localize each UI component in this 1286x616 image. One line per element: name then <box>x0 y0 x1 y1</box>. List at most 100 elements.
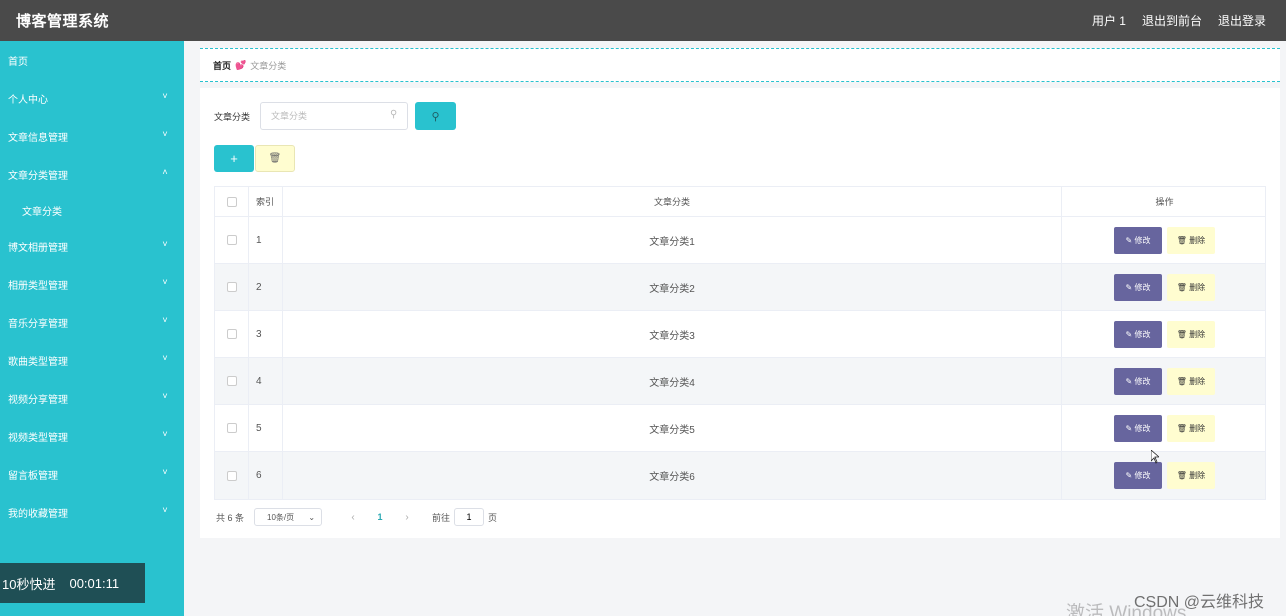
edit-button[interactable]: ✎ 修改 <box>1114 273 1162 301</box>
mouse-cursor-icon <box>1151 450 1159 464</box>
logout-link[interactable]: 退出登录 <box>1218 12 1266 29</box>
sidebar-item-label: 留言板管理 <box>8 470 58 482</box>
search-icon: ⚲ <box>390 109 398 120</box>
row-actions: ✎ 修改 🗑 删除 <box>1062 311 1267 357</box>
goto-prefix: 前往 <box>432 512 451 523</box>
edit-button[interactable]: ✎ 修改 <box>1114 320 1162 348</box>
header-ops: 操作 <box>1155 197 1174 207</box>
chevron-down-icon: ˅ <box>162 277 168 287</box>
delete-button[interactable]: 🗑 删除 <box>1167 320 1215 348</box>
to-front-link[interactable]: 退出到前台 <box>1142 12 1202 29</box>
delete-button[interactable]: 🗑 删除 <box>1167 226 1215 254</box>
timer-label: 10秒快进 <box>2 576 56 592</box>
goto-page-input[interactable] <box>454 508 485 526</box>
row-checkbox[interactable] <box>226 376 237 386</box>
select-all-checkbox[interactable] <box>226 196 237 207</box>
delete-button[interactable]: 🗑 删除 <box>1167 462 1215 489</box>
row-name: 文章分类6 <box>283 452 1062 499</box>
table-row: 3 文章分类3 ✎ 修改 🗑 删除 <box>215 311 1265 358</box>
next-page-button[interactable]: › <box>394 512 420 523</box>
delete-button[interactable]: 🗑 删除 <box>1167 273 1215 301</box>
trash-icon: 🗑 <box>268 153 282 164</box>
row-actions: ✎ 修改 🗑 删除 <box>1062 358 1267 404</box>
row-index: 6 <box>249 452 283 499</box>
chevron-down-icon: ˅ <box>162 91 168 101</box>
row-actions: ✎ 修改 🗑 删除 <box>1062 405 1267 451</box>
row-index: 3 <box>249 311 283 357</box>
pagination-total: 共 6 条 <box>216 512 245 523</box>
row-checkbox[interactable] <box>226 423 237 433</box>
sidebar-item-1[interactable]: 个人中心 ˅ <box>0 79 184 117</box>
chevron-down-icon: ˅ <box>162 239 168 249</box>
row-index: 1 <box>249 217 283 263</box>
timer-time: 00:01:11 <box>69 575 120 591</box>
sidebar-item-11[interactable]: 留言板管理 ˅ <box>0 455 184 493</box>
batch-delete-button[interactable]: 🗑 <box>255 145 295 172</box>
breadcrumb-home[interactable]: 首页 <box>213 59 231 72</box>
row-index: 5 <box>249 405 283 451</box>
sidebar-item-7[interactable]: 音乐分享管理 ˅ <box>0 303 184 341</box>
row-actions: ✎ 修改 🗑 删除 <box>1062 264 1267 310</box>
table-row: 1 文章分类1 ✎ 修改 🗑 删除 <box>215 217 1265 264</box>
row-checkbox-cell <box>215 311 249 357</box>
row-actions: ✎ 修改 🗑 删除 <box>1062 452 1267 499</box>
sidebar-item-label: 视频类型管理 <box>8 432 68 444</box>
sidebar-item-6[interactable]: 相册类型管理 ˅ <box>0 265 184 303</box>
header-name: 文章分类 <box>283 187 1062 216</box>
search-button[interactable]: ⚲ <box>415 102 456 130</box>
row-index: 2 <box>249 264 283 310</box>
delete-button[interactable]: 🗑 删除 <box>1167 367 1215 395</box>
search-icon: ⚲ <box>431 110 440 123</box>
page-size-select[interactable]: 10条/页 ⌄ <box>254 508 323 526</box>
goto-suffix: 页 <box>488 512 498 523</box>
sidebar-item-3[interactable]: 文章分类管理 ˄ <box>0 155 184 193</box>
prev-page-button[interactable]: ‹ <box>340 512 366 523</box>
sidebar-item-9[interactable]: 视频分享管理 ˅ <box>0 379 184 417</box>
sidebar-item-4[interactable]: 文章分类 <box>0 191 184 229</box>
page-number-current[interactable]: 1 <box>366 512 394 522</box>
row-checkbox[interactable] <box>226 235 237 245</box>
delete-button[interactable]: 🗑 删除 <box>1167 414 1215 442</box>
breadcrumb: 首页 💕 文章分类 <box>200 48 1280 82</box>
table-row: 6 文章分类6 ✎ 修改 🗑 删除 <box>215 452 1265 499</box>
row-checkbox-cell <box>215 358 249 404</box>
main-content: 首页 💕 文章分类 文章分类 ⚲ ⚲ + 🗑 索引 文章分类 操作 1文章分类1… <box>184 41 1286 616</box>
row-name: 文章分类1 <box>283 217 1062 263</box>
sidebar-item-label: 文章分类 <box>22 206 62 218</box>
header-actions: 用户 1 退出到前台 退出登录 <box>1092 12 1266 29</box>
csdn-watermark: CSDN @云维科技 <box>1134 594 1265 611</box>
sidebar-item-5[interactable]: 博文相册管理 ˅ <box>0 227 184 265</box>
sidebar-item-0[interactable]: 首页 <box>0 41 184 79</box>
chevron-down-icon: ˅ <box>162 391 168 401</box>
fast-forward-timer[interactable]: 10秒快进 00:01:11 <box>0 563 145 603</box>
top-header: 博客管理系统 用户 1 退出到前台 退出登录 <box>0 0 1286 41</box>
sidebar-item-label: 文章信息管理 <box>8 132 68 144</box>
row-checkbox[interactable] <box>226 282 237 292</box>
row-checkbox-cell <box>215 264 249 310</box>
edit-button[interactable]: ✎ 修改 <box>1114 226 1162 254</box>
sidebar-item-10[interactable]: 视频类型管理 ˅ <box>0 417 184 455</box>
sidebar-item-label: 音乐分享管理 <box>8 318 68 330</box>
add-button[interactable]: + <box>214 145 254 172</box>
table-row: 2 文章分类2 ✎ 修改 🗑 删除 <box>215 264 1265 311</box>
sidebar-item-2[interactable]: 文章信息管理 ˅ <box>0 117 184 155</box>
row-name: 文章分类2 <box>283 264 1062 310</box>
row-checkbox[interactable] <box>226 470 237 481</box>
sidebar-item-8[interactable]: 歌曲类型管理 ˅ <box>0 341 184 379</box>
edit-button[interactable]: ✎ 修改 <box>1114 367 1162 395</box>
row-checkbox-cell <box>215 405 249 451</box>
chevron-up-icon: ˄ <box>162 167 168 177</box>
sidebar-item-12[interactable]: 我的收藏管理 ˅ <box>0 493 184 531</box>
breadcrumb-heart-icon: 💕 <box>235 59 247 70</box>
row-index: 4 <box>249 358 283 404</box>
chevron-down-icon: ˅ <box>162 353 168 363</box>
chevron-down-icon: ˅ <box>162 467 168 477</box>
sidebar-item-label: 我的收藏管理 <box>8 508 68 520</box>
chevron-down-icon: ˅ <box>162 505 168 515</box>
user-name[interactable]: 用户 1 <box>1092 12 1126 29</box>
table-header-row: 索引 文章分类 操作 <box>215 187 1265 217</box>
edit-button[interactable]: ✎ 修改 <box>1114 414 1162 442</box>
row-checkbox[interactable] <box>226 329 237 339</box>
edit-button[interactable]: ✎ 修改 <box>1114 462 1162 489</box>
search-input[interactable] <box>260 102 408 130</box>
